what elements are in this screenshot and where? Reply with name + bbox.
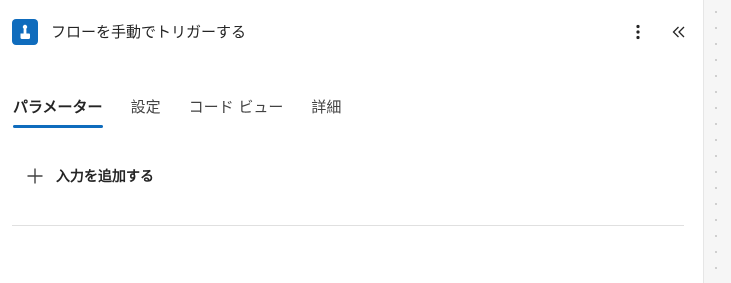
add-input-label: 入力を追加する xyxy=(56,169,154,185)
tab-parameters[interactable]: パラメーター xyxy=(13,92,103,128)
hand-touch-icon xyxy=(12,19,38,45)
trigger-details-panel: フローを手動でトリガーする パラメーター 設定 コード ビュー 詳細 入力を追加… xyxy=(0,0,703,283)
tab-settings[interactable]: 設定 xyxy=(131,92,161,128)
section-divider xyxy=(12,225,684,226)
tab-code-view[interactable]: コード ビュー xyxy=(189,92,284,128)
tab-details[interactable]: 詳細 xyxy=(311,92,341,128)
designer-canvas-edge[interactable] xyxy=(703,0,731,283)
panel-header: フローを手動でトリガーする xyxy=(0,0,703,64)
collapse-panel-button[interactable] xyxy=(667,20,691,44)
panel-title: フローを手動でトリガーする xyxy=(51,23,247,41)
double-chevron-left-icon xyxy=(672,26,685,38)
more-vertical-icon xyxy=(636,24,640,40)
more-options-button[interactable] xyxy=(626,20,650,44)
add-input-button[interactable]: 入力を追加する xyxy=(24,161,154,191)
plus-icon xyxy=(24,165,46,187)
panel-tabs: パラメーター 設定 コード ビュー 詳細 xyxy=(13,92,341,132)
